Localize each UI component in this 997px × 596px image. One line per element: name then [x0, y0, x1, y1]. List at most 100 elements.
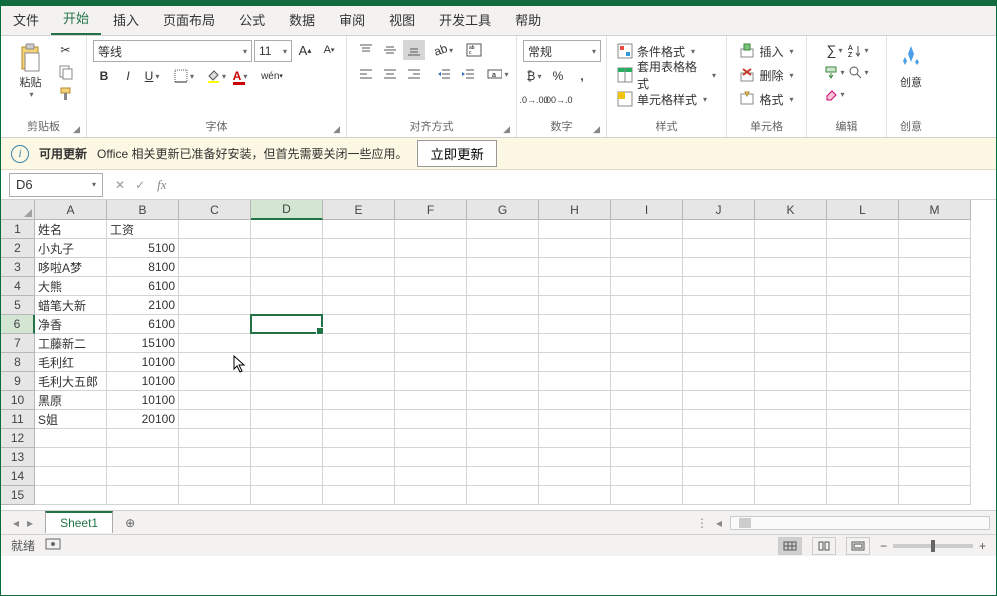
cell[interactable]: [827, 429, 899, 448]
cell[interactable]: [827, 448, 899, 467]
grid[interactable]: ABCDEFGHIJKLM 123456789101112131415 姓名工资…: [1, 200, 996, 510]
cell[interactable]: [611, 353, 683, 372]
format-cells-button[interactable]: 格式▾: [735, 88, 797, 110]
cell[interactable]: [827, 220, 899, 239]
cell[interactable]: [179, 410, 251, 429]
cell[interactable]: [539, 239, 611, 258]
cell[interactable]: [827, 334, 899, 353]
formula-input[interactable]: [173, 173, 996, 197]
cell[interactable]: [395, 258, 467, 277]
tab-split-handle[interactable]: ⋮: [696, 516, 708, 530]
cell[interactable]: [323, 429, 395, 448]
cell[interactable]: [683, 258, 755, 277]
cell[interactable]: [755, 334, 827, 353]
cell[interactable]: [251, 296, 323, 315]
cell[interactable]: 哆啦A梦: [35, 258, 107, 277]
cell[interactable]: [467, 296, 539, 315]
cell[interactable]: [899, 296, 971, 315]
row-header[interactable]: 11: [1, 410, 35, 429]
cell[interactable]: [755, 486, 827, 505]
row-header[interactable]: 13: [1, 448, 35, 467]
cell[interactable]: [395, 353, 467, 372]
cell[interactable]: [395, 448, 467, 467]
number-format-combo[interactable]: 常规▾: [523, 40, 601, 62]
cell[interactable]: [179, 353, 251, 372]
cell[interactable]: [899, 258, 971, 277]
cell[interactable]: [251, 315, 323, 334]
name-box[interactable]: D6 ▾: [9, 173, 103, 197]
cell[interactable]: [755, 429, 827, 448]
row-header[interactable]: 15: [1, 486, 35, 505]
align-right-button[interactable]: [403, 64, 425, 84]
tab-file[interactable]: 文件: [1, 4, 51, 35]
decrease-font-size-button[interactable]: A▾: [318, 40, 340, 60]
cell[interactable]: [395, 429, 467, 448]
cell[interactable]: [179, 220, 251, 239]
cell[interactable]: [899, 372, 971, 391]
cell[interactable]: 8100: [107, 258, 179, 277]
tab-data[interactable]: 数据: [277, 4, 327, 35]
cell[interactable]: [683, 334, 755, 353]
cell[interactable]: [611, 429, 683, 448]
cell[interactable]: [827, 258, 899, 277]
cell[interactable]: [539, 429, 611, 448]
row-header[interactable]: 14: [1, 467, 35, 486]
tab-help[interactable]: 帮助: [503, 4, 553, 35]
cell[interactable]: [395, 410, 467, 429]
cell[interactable]: [755, 296, 827, 315]
percent-button[interactable]: %: [547, 66, 569, 86]
cell[interactable]: [827, 467, 899, 486]
cell[interactable]: 6100: [107, 315, 179, 334]
zoom-out-button[interactable]: −: [880, 539, 887, 553]
clear-button[interactable]: ▾: [824, 84, 846, 104]
tab-formulas[interactable]: 公式: [227, 4, 277, 35]
column-header[interactable]: C: [179, 200, 251, 220]
cell[interactable]: [611, 239, 683, 258]
enter-formula-button[interactable]: ✓: [135, 178, 145, 192]
cell[interactable]: [251, 220, 323, 239]
cell[interactable]: [755, 220, 827, 239]
cell[interactable]: [323, 334, 395, 353]
cell[interactable]: 工藤新二: [35, 334, 107, 353]
cell[interactable]: [899, 391, 971, 410]
cell[interactable]: [755, 467, 827, 486]
tab-page-layout[interactable]: 页面布局: [151, 4, 227, 35]
copy-button[interactable]: [55, 62, 77, 82]
cell[interactable]: [467, 391, 539, 410]
normal-view-button[interactable]: [778, 537, 802, 555]
column-header[interactable]: H: [539, 200, 611, 220]
clipboard-dialog-launcher[interactable]: ◢: [73, 124, 80, 135]
row-header[interactable]: 6: [1, 315, 35, 334]
cell[interactable]: [611, 334, 683, 353]
cell[interactable]: [323, 353, 395, 372]
cell[interactable]: [683, 315, 755, 334]
cell[interactable]: [107, 486, 179, 505]
cell[interactable]: [251, 467, 323, 486]
cell[interactable]: 黑原: [35, 391, 107, 410]
merge-center-button[interactable]: a▾: [487, 64, 509, 84]
align-middle-button[interactable]: [379, 40, 401, 60]
find-select-button[interactable]: ▾: [848, 62, 870, 82]
cell[interactable]: [755, 277, 827, 296]
cell[interactable]: [899, 239, 971, 258]
cell[interactable]: [755, 410, 827, 429]
cell[interactable]: [467, 467, 539, 486]
cell[interactable]: [323, 448, 395, 467]
cell[interactable]: 毛利大五郎: [35, 372, 107, 391]
cell[interactable]: 15100: [107, 334, 179, 353]
cell[interactable]: [395, 334, 467, 353]
cell[interactable]: [323, 258, 395, 277]
zoom-slider[interactable]: [893, 544, 973, 548]
cell[interactable]: [467, 334, 539, 353]
cell[interactable]: [539, 372, 611, 391]
cell[interactable]: [251, 277, 323, 296]
cell[interactable]: [251, 410, 323, 429]
cell[interactable]: [251, 391, 323, 410]
italic-button[interactable]: I: [117, 66, 139, 86]
delete-cells-button[interactable]: 删除▾: [735, 64, 797, 86]
cell[interactable]: [323, 315, 395, 334]
cell[interactable]: [539, 353, 611, 372]
cell[interactable]: [539, 391, 611, 410]
macro-record-icon[interactable]: [45, 538, 61, 553]
cell[interactable]: [323, 410, 395, 429]
